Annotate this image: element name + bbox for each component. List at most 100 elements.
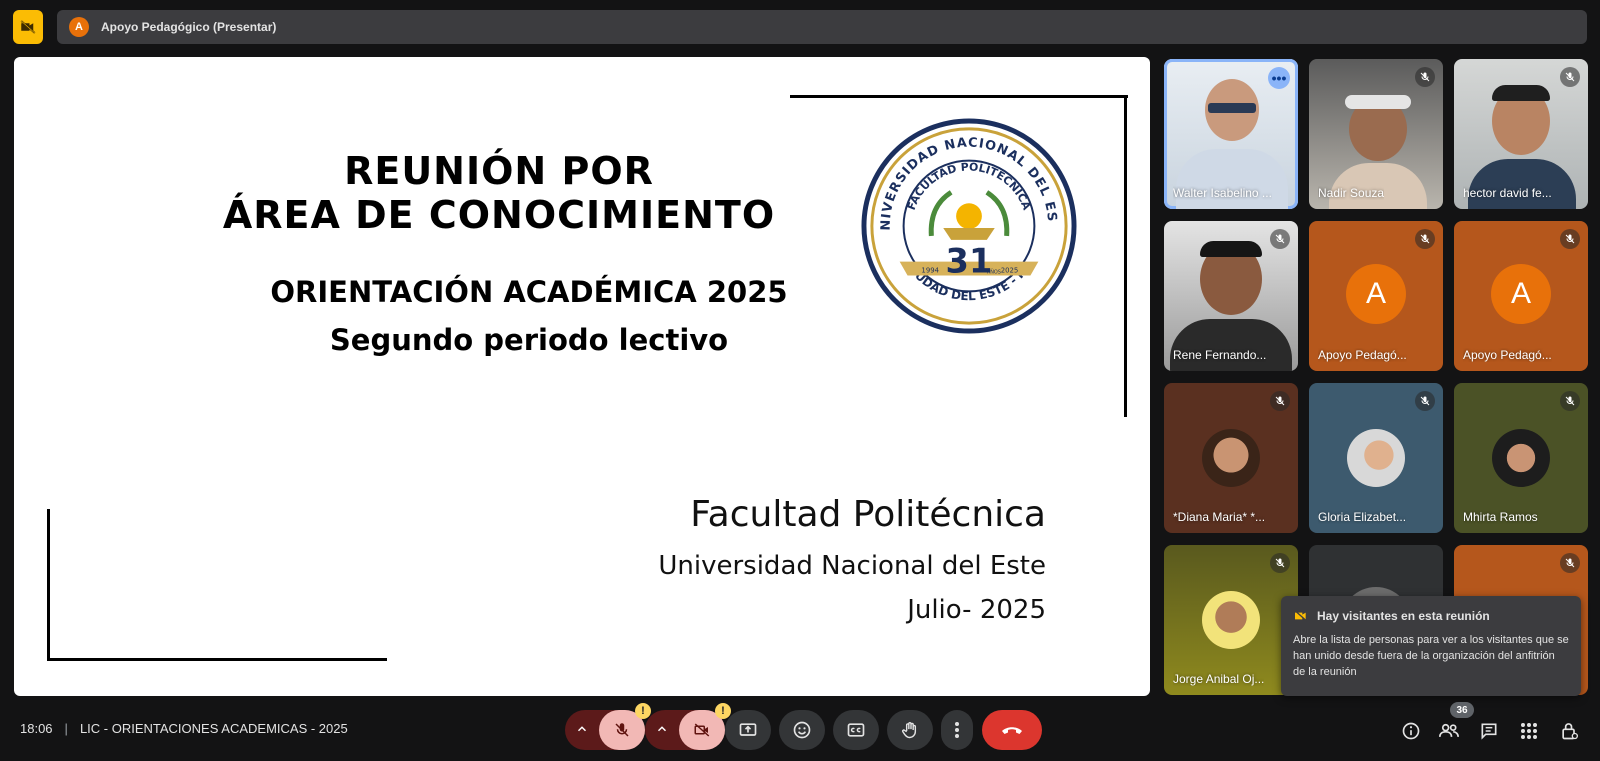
- mic-off-badge: [1415, 391, 1435, 411]
- chevron-up-icon: [657, 726, 667, 732]
- seal-year-right: 2025: [1001, 267, 1019, 275]
- participant-tile[interactable]: A Apoyo Pedagó...: [1309, 221, 1443, 371]
- meeting-details-button[interactable]: [1398, 718, 1424, 744]
- participant-tile[interactable]: hector david fe...: [1454, 59, 1588, 209]
- notice-title: Hay visitantes en esta reunión: [1317, 609, 1490, 623]
- participant-tile[interactable]: ••• Walter Isabelino ...: [1164, 59, 1298, 209]
- mic-off-badge: [1270, 553, 1290, 573]
- participant-name: Apoyo Pedagó...: [1318, 348, 1407, 362]
- mic-toggle-button[interactable]: !: [599, 703, 651, 750]
- activities-button[interactable]: [1516, 718, 1542, 744]
- participant-photo: [1202, 591, 1260, 649]
- mic-off-icon: [1420, 72, 1430, 82]
- people-button[interactable]: [1436, 718, 1462, 744]
- host-controls-button[interactable]: [1556, 718, 1582, 744]
- mic-off-icon: [615, 723, 629, 737]
- mic-off-badge: [1560, 553, 1580, 573]
- mic-off-icon: [1275, 558, 1285, 568]
- mic-off-badge: [1415, 67, 1435, 87]
- camera-off-icon: [1294, 610, 1308, 622]
- participant-name: *Diana Maria* *...: [1173, 510, 1266, 524]
- info-icon: [1402, 722, 1420, 740]
- participant-avatar: A: [1491, 264, 1551, 324]
- slide-subtitle-line2: Segundo periodo lectivo: [329, 323, 729, 357]
- participant-tile[interactable]: Jorge Anibal Oj...: [1164, 545, 1298, 695]
- presentation-slide: REUNIÓN POR ÁREA DE CONOCIMIENTO ORIENTA…: [14, 57, 1150, 696]
- mic-control-group: !: [565, 703, 651, 750]
- reactions-button[interactable]: [779, 710, 825, 750]
- slide-title-line1: REUNIÓN POR: [344, 149, 654, 193]
- camera-off-status[interactable]: [13, 10, 43, 44]
- raise-hand-icon: [902, 721, 917, 739]
- shirt: [1468, 159, 1576, 209]
- captions-icon: [847, 723, 865, 737]
- participant-name: hector david fe...: [1463, 186, 1552, 200]
- slide-faculty: Facultad Politécnica: [690, 494, 1046, 535]
- people-count-badge: 36: [1450, 702, 1474, 718]
- more-vert-icon: [955, 722, 959, 738]
- presenter-avatar: A: [69, 17, 89, 37]
- participant-photo: [1347, 429, 1405, 487]
- meeting-info: 18:06 | LIC - ORIENTACIONES ACADEMICAS -…: [20, 721, 348, 736]
- participant-tile[interactable]: Mhirta Ramos: [1454, 383, 1588, 533]
- university-seal-logo: UNIVERSIDAD NACIONAL DEL ESTE FACULTAD P…: [860, 117, 1077, 334]
- mic-off-icon: [1420, 396, 1430, 406]
- hair: [1345, 95, 1411, 109]
- separator: |: [64, 721, 68, 736]
- participant-tile[interactable]: A Apoyo Pedagó...: [1454, 221, 1588, 371]
- participant-name: Nadir Souza: [1318, 186, 1385, 200]
- captions-button[interactable]: [833, 710, 879, 750]
- participant-tile[interactable]: *Diana Maria* *...: [1164, 383, 1298, 533]
- activities-icon: [1521, 723, 1537, 739]
- camera-off-icon: [694, 723, 710, 737]
- chat-icon: [1481, 723, 1497, 740]
- camera-off-icon: [20, 20, 36, 34]
- mic-off-badge: [1270, 229, 1290, 249]
- participant-name: Mhirta Ramos: [1463, 510, 1538, 524]
- host-controls-icon: [1562, 723, 1578, 740]
- slide-frame-top: [790, 95, 1128, 98]
- people-icon: [1439, 723, 1459, 737]
- shirt: [1176, 149, 1288, 209]
- hair: [1492, 85, 1550, 101]
- mic-off-icon: [1275, 234, 1285, 244]
- participant-tile[interactable]: Rene Fernando...: [1164, 221, 1298, 371]
- mic-off-badge: [1560, 229, 1580, 249]
- camera-control-group: !: [645, 703, 731, 750]
- glasses: [1208, 103, 1256, 113]
- slide-university: Universidad Nacional del Este: [658, 551, 1046, 581]
- mic-off-icon: [1275, 396, 1285, 406]
- present-button[interactable]: [725, 710, 771, 750]
- slide-frame-left: [47, 509, 50, 661]
- clock: 18:06: [20, 721, 53, 736]
- more-options-icon[interactable]: •••: [1268, 67, 1290, 89]
- seal-number: 31: [946, 242, 993, 281]
- more-options-button[interactable]: [941, 710, 973, 750]
- mic-off-icon: [1420, 234, 1430, 244]
- camera-toggle-button[interactable]: !: [679, 703, 731, 750]
- meeting-name: LIC - ORIENTACIONES ACADEMICAS - 2025: [79, 721, 348, 736]
- mic-off-icon: [1565, 558, 1575, 568]
- chevron-up-icon: [577, 726, 587, 732]
- slide-subtitle-line1: ORIENTACIÓN ACADÉMICA 2025: [270, 275, 788, 309]
- leave-call-button[interactable]: [982, 710, 1042, 750]
- mic-off-icon: [1565, 396, 1575, 406]
- mic-off-badge: [1415, 229, 1435, 249]
- participant-tile[interactable]: Nadir Souza: [1309, 59, 1443, 209]
- chat-button[interactable]: [1476, 718, 1502, 744]
- participant-photo: [1202, 429, 1260, 487]
- camera-options-button[interactable]: [655, 722, 669, 741]
- mic-off-badge: [1560, 67, 1580, 87]
- raise-hand-button[interactable]: [887, 710, 933, 750]
- participant-tile[interactable]: Gloria Elizabet...: [1309, 383, 1443, 533]
- presenter-bar: A Apoyo Pedagógico (Presentar): [57, 10, 1587, 44]
- visitors-notice[interactable]: Hay visitantes en esta reunión Abre la l…: [1281, 596, 1581, 696]
- present-icon: [739, 723, 757, 736]
- slide-frame-right: [1124, 95, 1127, 417]
- mic-off-icon: [1565, 72, 1575, 82]
- notice-body: Abre la lista de personas para ver a los…: [1293, 634, 1569, 678]
- slide-date: Julio- 2025: [907, 595, 1046, 625]
- mic-options-button[interactable]: [575, 722, 589, 741]
- participant-photo: [1492, 429, 1550, 487]
- suit: [1170, 319, 1292, 371]
